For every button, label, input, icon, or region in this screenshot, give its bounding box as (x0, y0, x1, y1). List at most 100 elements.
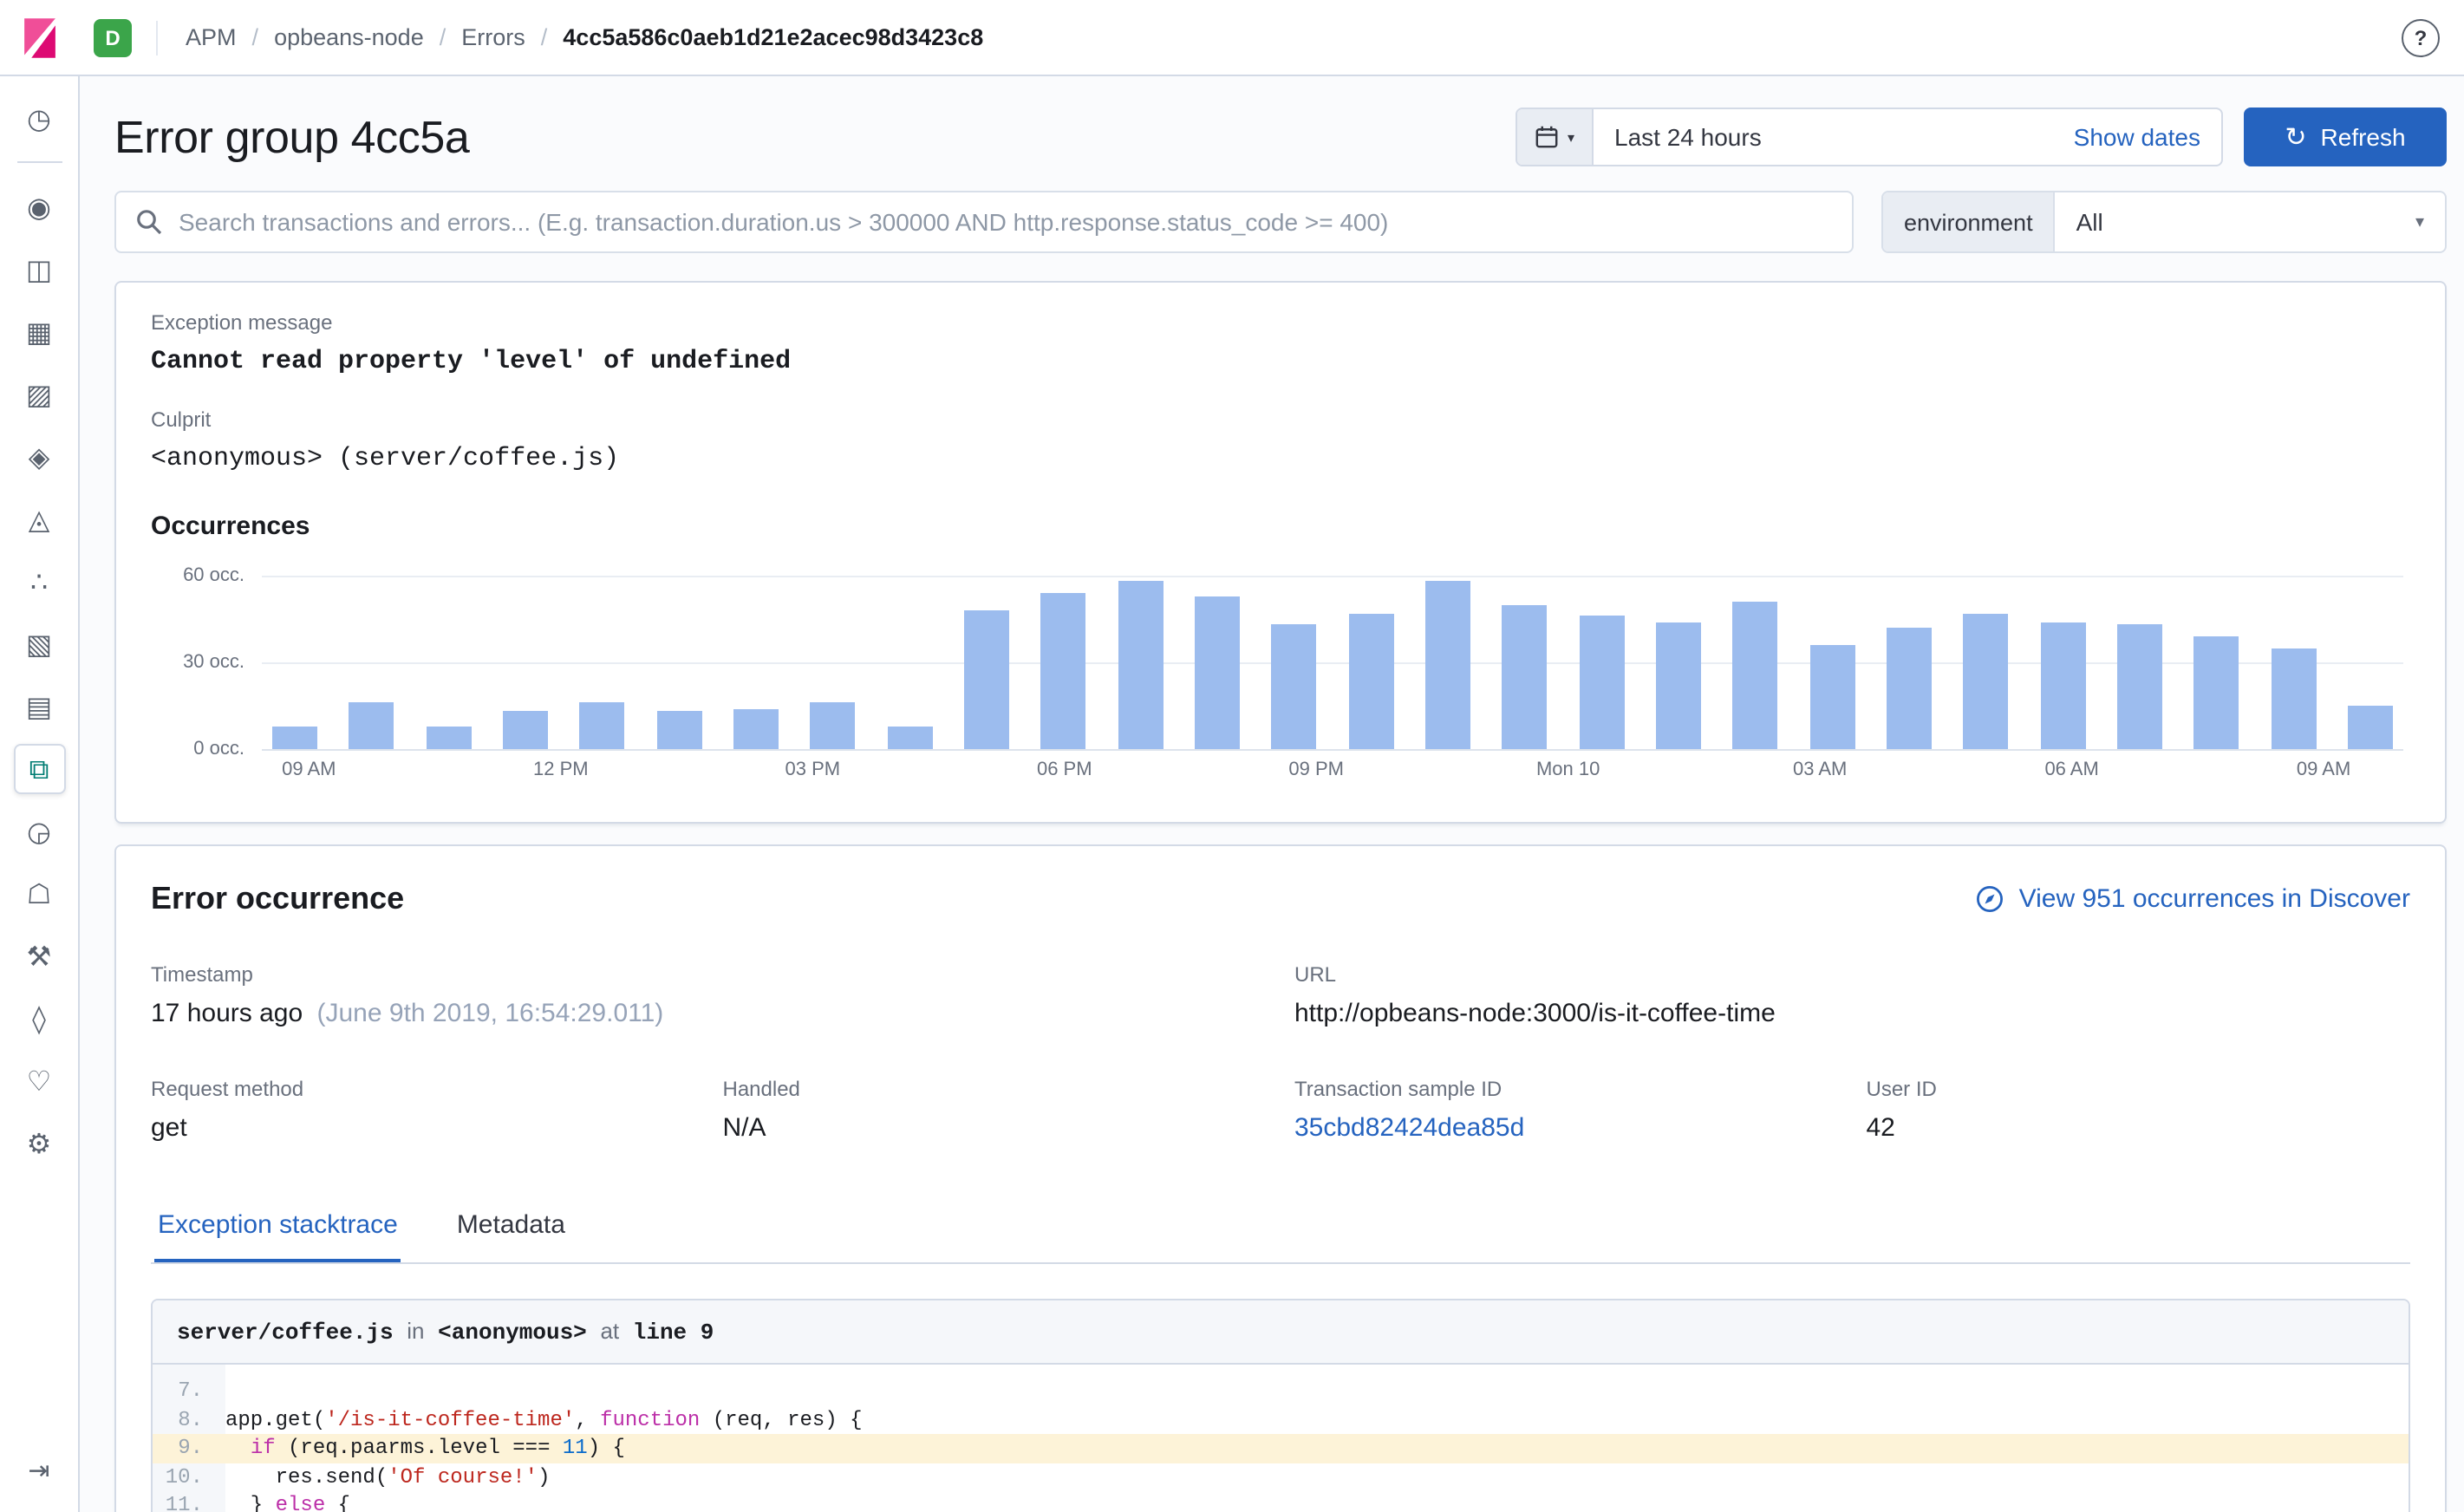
breadcrumb-item[interactable]: opbeans-node (274, 24, 424, 50)
topbar-divider (156, 20, 158, 55)
occurrences-chart: 60 occ. 30 occ. 0 occ. 09 AM 12 PM 03 PM 06 P… (151, 558, 2410, 791)
transaction-sample-id-link[interactable]: 35cbd82424dea85d (1294, 1113, 1839, 1143)
sidebar-item-maps[interactable]: ◈ (13, 432, 65, 482)
view-in-discover-link[interactable]: View 951 occurrences in Discover (1976, 884, 2410, 914)
discover-icon (1977, 886, 2004, 912)
sidebar-divider (16, 161, 62, 163)
kibana-logo[interactable] (0, 15, 80, 60)
handled-label: Handled (722, 1077, 800, 1101)
code-line: 11. } else { (153, 1491, 2409, 1512)
sidebar-item-dashboard[interactable]: ▦ (13, 307, 65, 357)
chevron-down-icon: ▾ (1568, 129, 1575, 145)
sidebar-item-dev-tools[interactable]: ⚒ (13, 931, 65, 981)
chart-bar (1040, 593, 1086, 749)
stackframe-in-word: in (407, 1318, 425, 1344)
refresh-label: Refresh (2320, 123, 2406, 151)
help-icon[interactable]: ? (2402, 18, 2440, 56)
breadcrumb-item[interactable]: APM (186, 24, 237, 50)
sidebar-item-management[interactable]: ⚙ (13, 1118, 65, 1169)
sidebar-item-apm[interactable]: ⧉ (13, 744, 65, 794)
sidebar-item-logs[interactable]: ▤ (13, 681, 65, 732)
sidebar-item-discover[interactable]: ◉ (13, 182, 65, 232)
chart-bar (733, 708, 779, 749)
stackframe-at-word: at (600, 1318, 620, 1344)
gridline (262, 749, 2403, 751)
sidebar: ◷ ◉ ◫ ▦ ▨ ◈ ◬ ∴ ▧ ▤ ⧉ ◶ ☖ ⚒ ◊ ♡ ⚙ ⇥ (0, 76, 80, 1512)
screenshot-stage: D APM / opbeans-node / Errors / 4cc5a586c0aeb1… (0, 0, 2464, 1512)
x-axis: 09 AM 12 PM 03 PM 06 PM 09 PM Mon 10 03 AM 06 A… (262, 759, 2403, 787)
x-axis-label: 12 PM (532, 759, 589, 780)
line-number: 10. (165, 1464, 203, 1489)
chart-bar (1271, 624, 1317, 749)
error-occurrence-panel: Error occurrence View 951 occurrences in… (114, 844, 2447, 1512)
time-range-value[interactable]: Last 24 hours (1594, 109, 2053, 165)
x-axis-label: 03 AM (1792, 759, 1848, 780)
sidebar-item-graph[interactable]: ∴ (13, 557, 65, 607)
chart-bar (1348, 613, 1394, 749)
tab-exception-stacktrace[interactable]: Exception stacktrace (154, 1191, 401, 1262)
x-axis-label: 03 PM (785, 759, 841, 780)
y-axis-label: 0 occ. (193, 739, 244, 759)
culprit-value: <anonymous> (server/coffee.js) (151, 444, 620, 473)
exception-message-label: Exception message (151, 310, 333, 335)
search-icon (137, 210, 162, 235)
refresh-button[interactable]: ↻ Refresh (2244, 108, 2447, 166)
chart-bar (349, 702, 394, 749)
super-date-picker: ▾ Last 24 hours Show dates (1516, 108, 2223, 166)
occurrence-fields: Timestamp 17 hours ago (June 9th 2019, 1… (151, 962, 2410, 1143)
code-line: 7. (153, 1377, 2409, 1405)
discover-link-label: View 951 occurrences in Discover (2018, 884, 2410, 914)
sidebar-item-machine-learning[interactable]: ◬ (13, 494, 65, 544)
show-dates-button[interactable]: Show dates (2053, 109, 2221, 165)
sidebar-item-uptime[interactable]: ◶ (13, 806, 65, 857)
request-method-value: get (151, 1113, 187, 1143)
collapse-nav-icon[interactable]: ⇥ (13, 1444, 65, 1495)
timestamp-relative: 17 hours ago (151, 999, 303, 1028)
tab-metadata[interactable]: Metadata (453, 1191, 569, 1262)
environment-filter: environment All ▾ (1881, 191, 2447, 253)
environment-selected-value: All (2076, 208, 2103, 236)
sidebar-item-infrastructure[interactable]: ▧ (13, 619, 65, 669)
kibana-app: D APM / opbeans-node / Errors / 4cc5a586c0aeb1… (0, 0, 2464, 1512)
x-axis-label: 09 PM (1288, 759, 1345, 780)
exception-message: Cannot read property 'level' of undefine… (151, 347, 792, 376)
code-line: 9. if (req.paarms.level === 11) { (153, 1434, 2409, 1463)
timestamp-label: Timestamp (151, 962, 253, 987)
occurrence-title: Error occurrence (151, 881, 405, 916)
sidebar-item-canvas[interactable]: ▨ (13, 369, 65, 420)
space-badge[interactable]: D (94, 18, 132, 56)
error-group-panel: Exception message Cannot read property '… (114, 281, 2447, 824)
y-axis-label: 60 occ. (183, 565, 244, 586)
sidebar-item-code[interactable]: ◊ (13, 994, 65, 1044)
transaction-sample-id-label: Transaction sample ID (1294, 1077, 1503, 1101)
chart-bar (1424, 581, 1470, 749)
field-request-method: Request method get (151, 1077, 695, 1143)
x-axis-label: 09 AM (2296, 759, 2351, 780)
chart-bar (963, 610, 1009, 749)
code-line: 10. res.send('Of course!') (153, 1463, 2409, 1491)
sidebar-item-monitoring[interactable]: ♡ (13, 1056, 65, 1106)
sidebar-apps: ◉ ◫ ▦ ▨ ◈ ◬ ∴ ▧ ▤ ⧉ ◶ ☖ ⚒ ◊ ♡ ⚙ (13, 182, 65, 1181)
stacktrace-code-block: server/coffee.js in <anonymous> at line … (151, 1299, 2410, 1512)
calendar-icon (1535, 126, 1558, 148)
timestamp-absolute: (June 9th 2019, 16:54:29.011) (316, 999, 664, 1028)
code-block-header: server/coffee.js in <anonymous> at line … (153, 1300, 2409, 1365)
chart-bar (2347, 706, 2393, 749)
line-number: 7. (178, 1378, 203, 1403)
y-axis-label: 30 occ. (183, 652, 244, 673)
sidebar-item-visualize[interactable]: ◫ (13, 244, 65, 295)
stackframe-file: server/coffee.js (177, 1320, 394, 1346)
line-number: 8. (178, 1407, 203, 1431)
occurrences-chart-title: Occurrences (151, 512, 310, 541)
sidebar-item-recently-viewed[interactable]: ◷ (13, 94, 65, 144)
search-row: environment All ▾ (114, 191, 2447, 253)
sidebar-item-siem[interactable]: ☖ (13, 869, 65, 919)
chart-bar (1732, 602, 1778, 749)
environment-select[interactable]: All ▾ (2056, 192, 2445, 251)
main-content: Error group 4cc5a ▾ Last 24 hours Show d… (80, 76, 2464, 1512)
chart-bar (1118, 581, 1164, 749)
date-quick-select-button[interactable]: ▾ (1517, 109, 1594, 165)
search-input[interactable] (179, 208, 1833, 236)
chart-bar (502, 711, 548, 749)
breadcrumb-item[interactable]: Errors (461, 24, 525, 50)
